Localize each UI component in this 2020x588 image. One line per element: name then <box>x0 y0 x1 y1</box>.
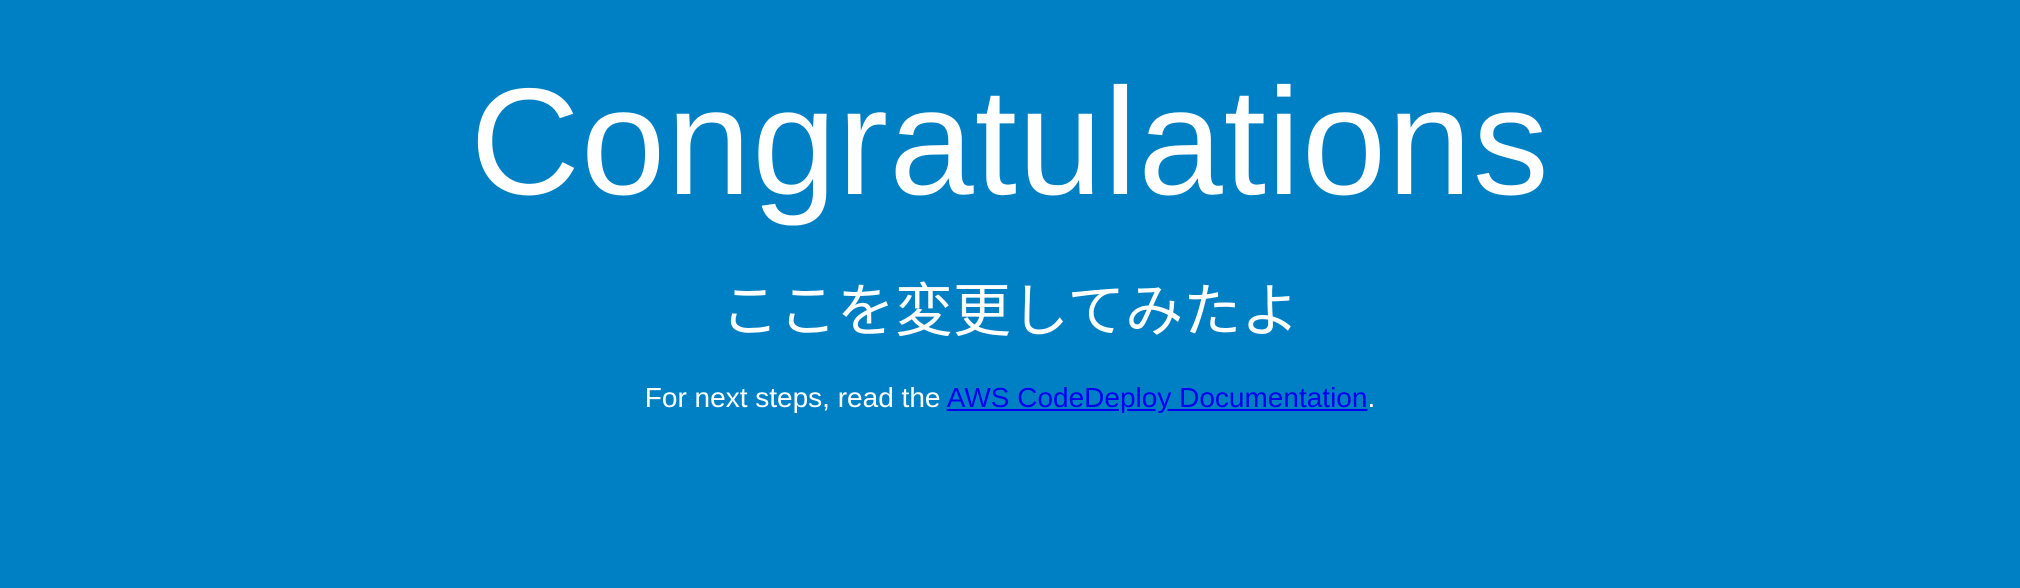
next-steps-suffix: . <box>1367 382 1376 413</box>
page-subtitle: ここを変更してみたよ <box>720 279 1300 344</box>
codedeploy-documentation-link[interactable]: AWS CodeDeploy Documentation <box>947 382 1368 413</box>
page: Congratulations ここを変更してみたよ For next step… <box>0 0 2020 588</box>
page-title: Congratulations <box>470 57 1550 227</box>
next-steps-prefix: For next steps, read the <box>644 382 947 413</box>
next-steps-message: For next steps, read the AWS CodeDeploy … <box>0 378 2020 418</box>
